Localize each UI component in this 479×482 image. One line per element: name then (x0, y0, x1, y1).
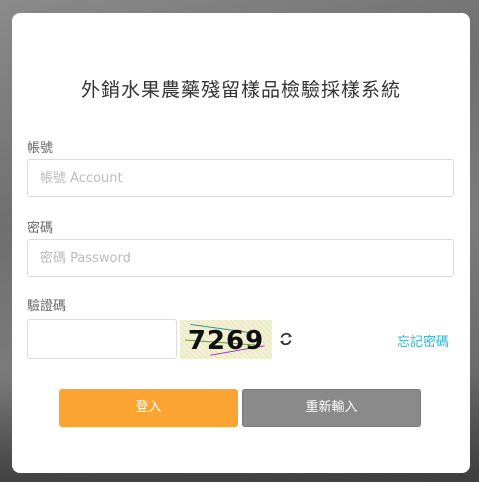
reset-button[interactable]: 重新輸入 (242, 389, 421, 427)
page-title: 外銷水果農藥殘留樣品檢驗採樣系統 (80, 79, 401, 101)
password-input[interactable] (27, 239, 454, 277)
account-label: 帳號 (27, 141, 54, 156)
refresh-icon[interactable] (278, 331, 294, 347)
captcha-input[interactable] (27, 319, 177, 359)
captcha-label: 驗證碼 (27, 299, 67, 314)
captcha-image: 7269 (180, 320, 272, 359)
login-button[interactable]: 登入 (59, 389, 238, 427)
forgot-password-link[interactable]: 忘記密碼 (397, 331, 449, 350)
captcha-code: 7269 (187, 326, 265, 356)
login-card: 外銷水果農藥殘留樣品檢驗採樣系統 帳號 密碼 驗證碼 7269 忘記密碼 登入 … (12, 13, 470, 473)
password-label: 密碼 (27, 221, 54, 236)
account-input[interactable] (27, 159, 454, 197)
